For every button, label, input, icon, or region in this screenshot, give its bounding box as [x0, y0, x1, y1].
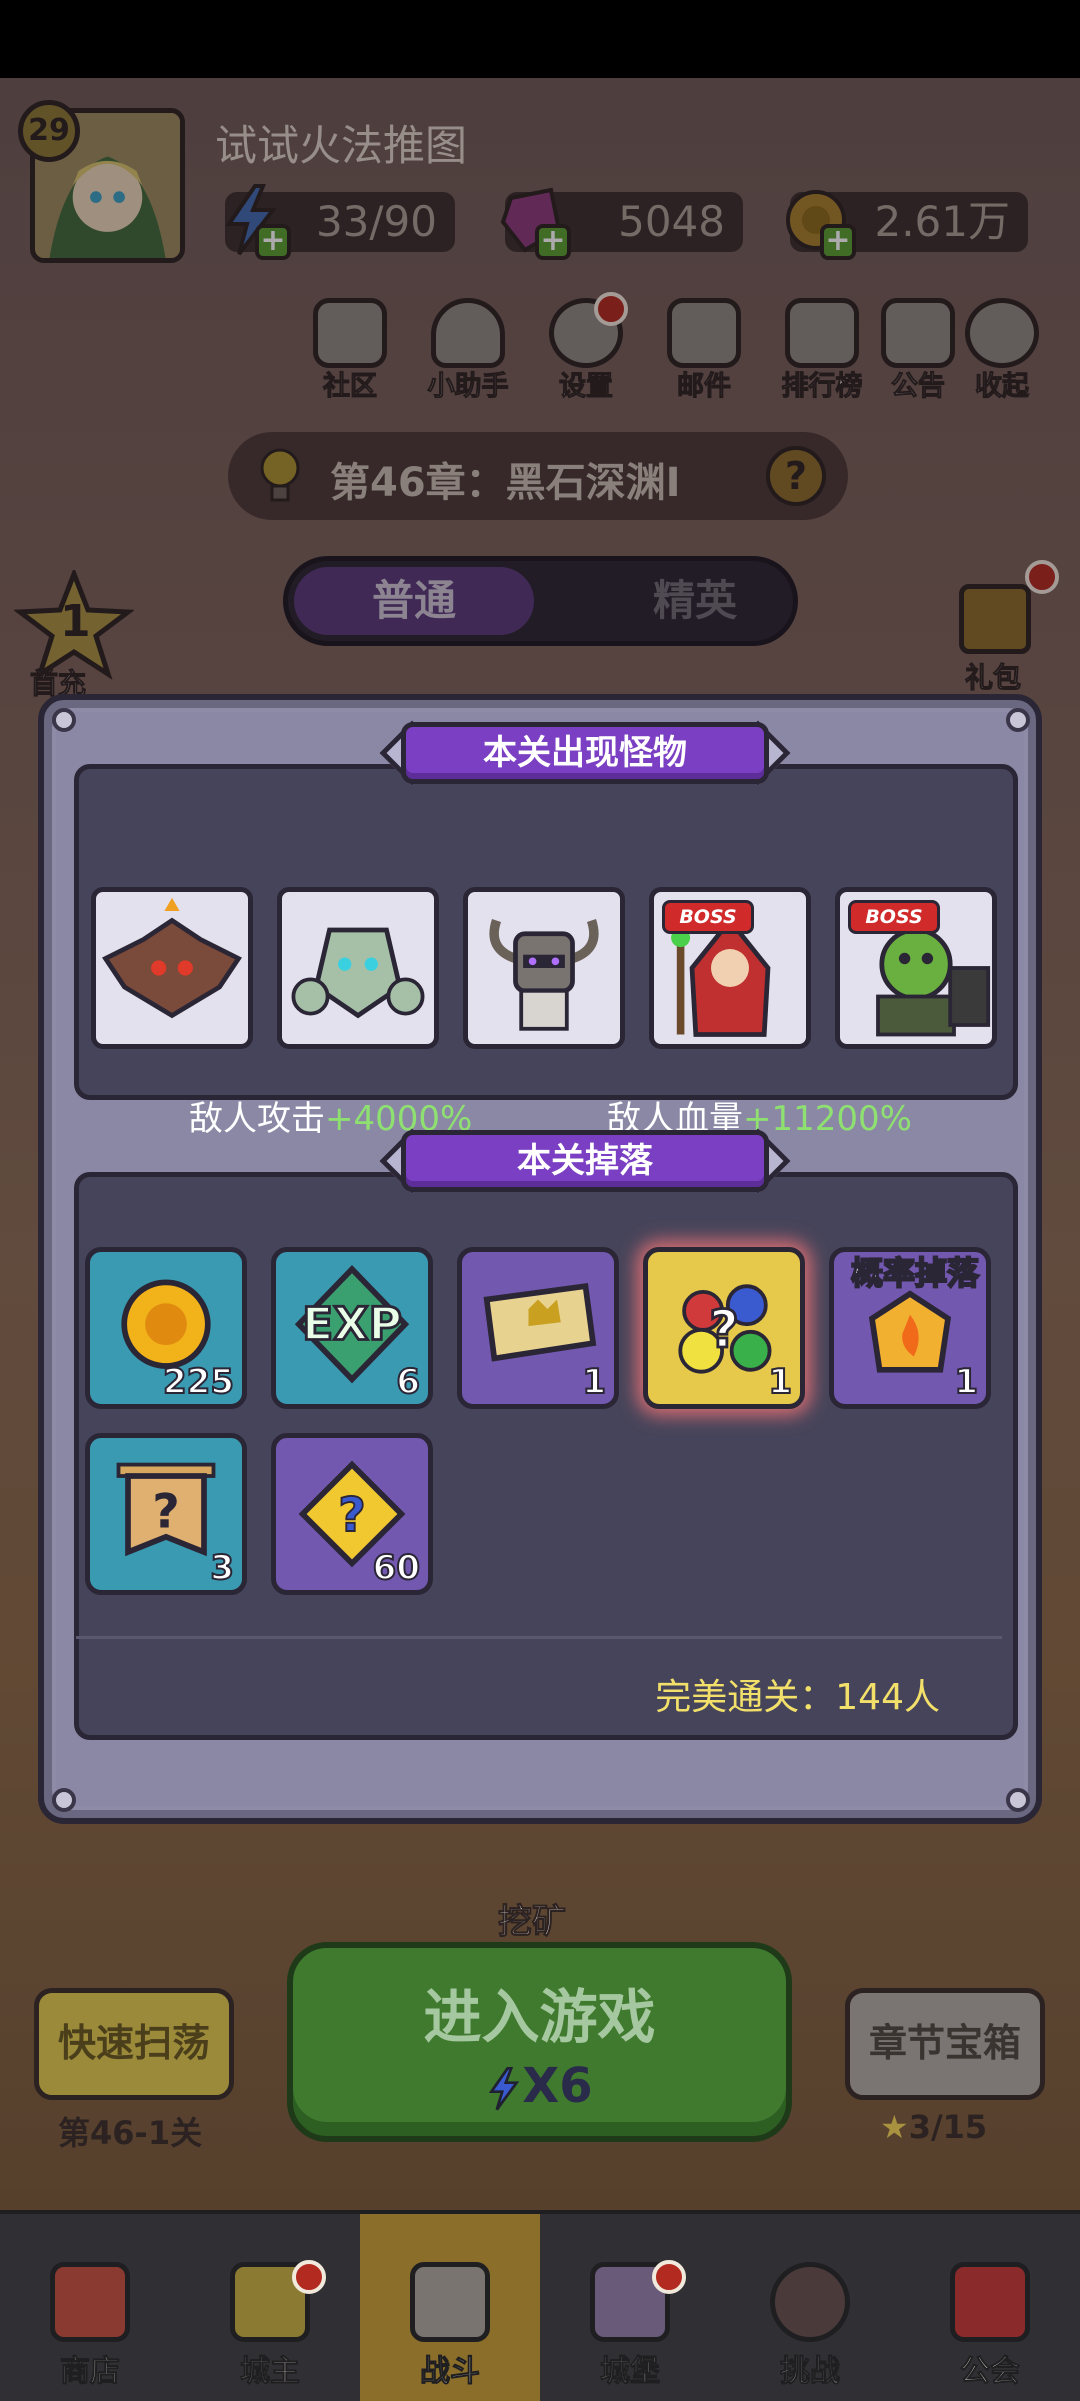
drop-count: 3	[209, 1547, 235, 1589]
mine-label[interactable]: 挖矿	[498, 1894, 567, 1943]
lightning-icon	[489, 2066, 520, 2111]
monster-card[interactable]	[91, 887, 253, 1049]
nav-lord[interactable]: 城主	[180, 2214, 360, 2401]
drop-item-card[interactable]: ? 3	[85, 1433, 247, 1595]
probability-drop-tag: 概率掉落	[850, 1253, 980, 1293]
drop-item-card[interactable]: 225	[85, 1247, 247, 1409]
monster-card[interactable]	[463, 887, 625, 1049]
quick-sweep-button[interactable]: 快速扫荡	[34, 1988, 234, 2100]
drop-count: 225	[162, 1361, 235, 1403]
nav-castle[interactable]: 城堡	[540, 2214, 720, 2401]
drop-count: 6	[395, 1361, 421, 1403]
nav-battle[interactable]: 战斗	[360, 2214, 540, 2401]
star-icon: ★	[880, 2108, 909, 2146]
monsters-section: BOSS BOSS 敌人攻击+4000% 敌人血量+11200%	[74, 764, 1018, 1139]
castle-notification-dot	[652, 2260, 686, 2294]
perfect-clear-count: 完美通关：144人	[655, 1677, 940, 1718]
drop-item-card[interactable]: EXP 6	[271, 1247, 433, 1409]
enemy-attack-label: 敌人攻击	[189, 1099, 325, 1139]
frame-bolt	[1006, 708, 1030, 732]
stone-golem-icon	[291, 927, 425, 1019]
chest-progress-value: 3/15	[908, 2108, 988, 2146]
drop-item-card[interactable]: ? 60	[271, 1433, 433, 1595]
monsters-title-ribbon: 本关出现怪物	[379, 714, 791, 792]
chapter-chest-label: 章节宝箱	[868, 2021, 1021, 2065]
drop-count: 1	[767, 1361, 793, 1403]
guild-banner-icon	[950, 2262, 1030, 2342]
svg-text:?: ?	[709, 1300, 739, 1360]
nav-challenge[interactable]: 挑战	[720, 2214, 900, 2401]
bottom-nav: 商店 城主 战斗 城堡 挑战 公会	[0, 2210, 1080, 2401]
drop-item-card[interactable]: 1	[457, 1247, 619, 1409]
demon-icon	[770, 2262, 850, 2342]
enter-game-label: 进入游戏	[423, 1983, 656, 2051]
boss-tag: BOSS	[848, 900, 940, 934]
monster-card[interactable]	[277, 887, 439, 1049]
drops-divider	[76, 1636, 1002, 1639]
horned-knight-icon	[489, 919, 599, 1031]
frame-bolt	[1006, 1788, 1030, 1812]
enter-game-button[interactable]: 进入游戏 X6	[287, 1942, 792, 2142]
monsters-title: 本关出现怪物	[401, 722, 769, 784]
shop-icon	[50, 2262, 130, 2342]
drop-item-card[interactable]: ? 1	[643, 1247, 805, 1409]
svg-text:?: ?	[338, 1488, 366, 1543]
chapter-chest-button[interactable]: 章节宝箱	[845, 1988, 1045, 2100]
drop-count: 60	[372, 1547, 421, 1589]
monster-card[interactable]: BOSS	[835, 887, 997, 1049]
energy-cost-value: X6	[522, 2058, 593, 2114]
nav-guild[interactable]: 公会	[900, 2214, 1080, 2401]
bat-demon-icon	[102, 897, 242, 1019]
drops-title: 本关掉落	[401, 1130, 769, 1192]
boss-tag: BOSS	[662, 900, 754, 934]
nav-shop[interactable]: 商店	[0, 2214, 180, 2401]
frame-bolt	[52, 1788, 76, 1812]
svg-text:?: ?	[152, 1484, 180, 1539]
drop-count: 1	[581, 1361, 607, 1403]
drop-count: 1	[953, 1361, 979, 1403]
crossed-swords-icon	[410, 2262, 490, 2342]
frame-bolt	[52, 708, 76, 732]
sweep-stage-label: 第46-1关	[58, 2114, 203, 2152]
monster-card[interactable]: BOSS	[649, 887, 811, 1049]
chest-progress: ★3/15	[880, 2108, 987, 2146]
energy-cost: X6	[293, 2058, 786, 2114]
lord-notification-dot	[292, 2260, 326, 2294]
quick-sweep-label: 快速扫荡	[57, 2021, 210, 2065]
drops-title-ribbon: 本关掉落	[379, 1122, 791, 1200]
status-bar	[0, 0, 1080, 78]
svg-text:EXP: EXP	[302, 1297, 402, 1350]
